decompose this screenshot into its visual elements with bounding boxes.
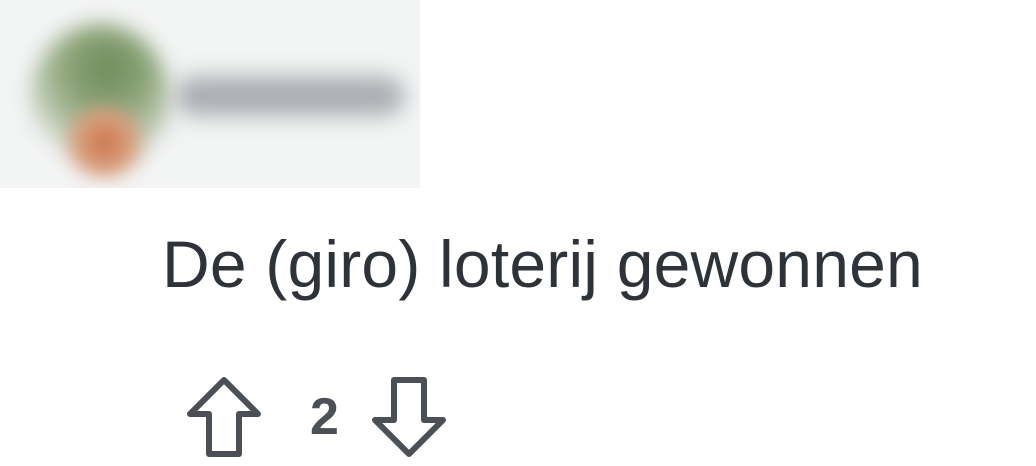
author-name-redacted[interactable]: [175, 76, 405, 116]
author-header-redacted: [0, 0, 420, 188]
vote-bar: 2: [184, 372, 449, 462]
arrow-down-outline-icon: [371, 377, 446, 457]
comment-body: De (giro) loterij gewonnen: [162, 227, 923, 301]
downvote-button[interactable]: [369, 374, 449, 460]
upvote-button[interactable]: [184, 374, 264, 460]
avatar-blur-detail: [62, 105, 147, 180]
comment-card: De (giro) loterij gewonnen 2: [0, 0, 1036, 466]
vote-score: 2: [310, 388, 339, 446]
arrow-up-outline-icon: [187, 377, 261, 457]
